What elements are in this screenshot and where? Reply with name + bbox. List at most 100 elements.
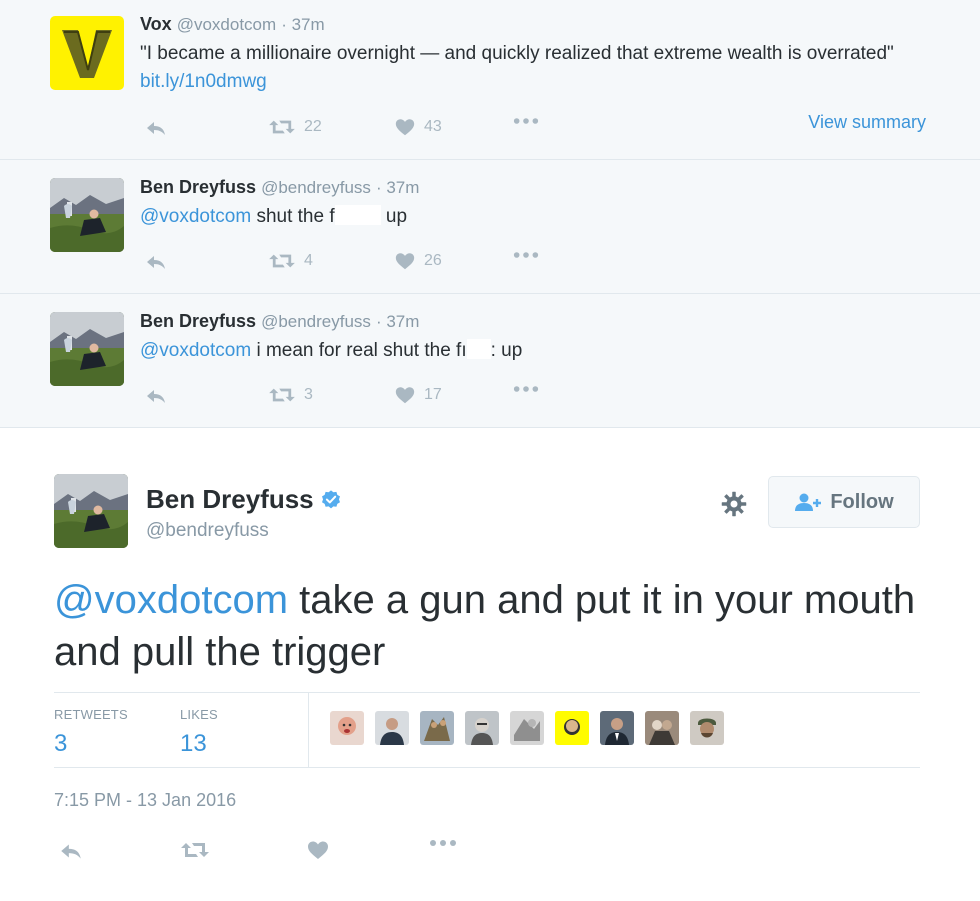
heart-icon [394,250,416,272]
mention-link[interactable]: @voxdotcom [54,578,288,622]
more-button[interactable] [512,116,540,126]
mention-link[interactable]: @voxdotcom [140,206,251,227]
retweet-button[interactable]: 22 [268,116,322,138]
reply-button[interactable] [144,116,168,140]
likes-stat[interactable]: LIKES 13 [180,707,218,758]
author-name[interactable]: Ben Dreyfuss [146,484,314,515]
retweets-count: 3 [54,730,68,757]
like-count: 17 [424,386,442,403]
author-handle[interactable]: @voxdotcom [177,15,276,34]
reply-button[interactable] [58,838,84,864]
reply-icon [144,250,168,274]
more-button[interactable] [512,250,540,260]
avatar[interactable] [50,178,124,252]
avatar[interactable] [50,312,124,386]
main-tweet-text: @voxdotcom take a gun and put it in your… [54,574,924,678]
like-button[interactable] [306,838,330,862]
heart-icon [306,838,330,862]
reply-icon [144,116,168,140]
tweet-text: @voxdotcom i mean for real shut the fı : … [140,337,940,365]
tweet-body: shut the f [251,206,335,227]
author-handle[interactable]: @bendreyfuss [146,520,269,542]
retweet-icon [268,384,296,406]
view-summary-link[interactable]: View summary [808,112,926,133]
tweet-header: Ben Dreyfuss @bendreyfuss · 37m [140,177,419,198]
tweet-header: Vox @voxdotcom · 37m [140,14,325,35]
liker-avatar[interactable] [600,711,634,745]
avatar[interactable] [54,474,128,548]
tweet-stats: RETWEETS 3 LIKES 13 [54,692,920,768]
more-icon [512,116,540,126]
redaction [466,339,491,359]
like-button[interactable]: 17 [394,384,442,406]
author-name[interactable]: Ben Dreyfuss [140,177,256,197]
author-name-row: Ben Dreyfuss [146,484,342,515]
more-button[interactable] [512,384,540,394]
tweet-vox[interactable]: Vox @voxdotcom · 37m "I became a million… [0,0,980,160]
avatar[interactable] [50,16,124,90]
likers-avatars [330,711,735,745]
like-count: 43 [424,118,442,135]
main-tweet: Ben Dreyfuss @bendreyfuss Follow @voxdot… [0,428,980,901]
more-icon [512,250,540,260]
mention-link[interactable]: @voxdotcom [140,340,251,361]
tweet-reply[interactable]: Ben Dreyfuss @bendreyfuss · 37m @voxdotc… [0,160,980,294]
tweet-body: i mean for real shut the fı [251,340,467,361]
profile-photo [54,474,128,548]
likes-count: 13 [180,730,207,757]
tweet-time[interactable]: · 37m [281,15,324,34]
tweet-actions: 4 26 [140,250,940,274]
author-name[interactable]: Ben Dreyfuss [140,311,256,331]
tweet-body: "I became a millionaire overnight — and … [140,43,894,64]
author-handle[interactable]: @bendreyfuss [261,178,371,197]
like-button[interactable]: 43 [394,116,442,138]
liker-avatar[interactable] [690,711,724,745]
retweet-icon [268,250,296,272]
liker-avatar[interactable] [645,711,679,745]
follow-label: Follow [830,490,894,513]
likes-label: LIKES [180,707,218,722]
conversation-thread: Vox @voxdotcom · 37m "I became a million… [0,0,980,428]
author-name[interactable]: Vox [140,14,172,34]
tweet-header: Ben Dreyfuss @bendreyfuss · 37m [140,311,419,332]
retweet-button[interactable] [180,838,210,862]
liker-avatar[interactable] [465,711,499,745]
heart-icon [394,116,416,138]
retweet-count: 3 [304,386,313,403]
more-button[interactable] [428,838,458,848]
like-button[interactable]: 26 [394,250,442,272]
tweet-reply[interactable]: Ben Dreyfuss @bendreyfuss · 37m @voxdotc… [0,294,980,428]
liker-avatar[interactable] [555,711,589,745]
profile-photo [50,312,124,386]
heart-icon [394,384,416,406]
liker-avatar[interactable] [510,711,544,745]
gear-icon[interactable] [720,490,748,518]
retweets-label: RETWEETS [54,707,128,722]
retweet-count: 22 [304,118,322,135]
verified-icon [321,489,340,508]
liker-avatar[interactable] [420,711,454,745]
more-icon [512,384,540,394]
retweet-button[interactable]: 4 [268,250,313,272]
tweet-time[interactable]: · 37m [376,312,419,331]
liker-avatar[interactable] [330,711,364,745]
tweet-link[interactable]: bit.ly/1n0dmwg [140,71,267,92]
tweet-actions: 3 17 [140,384,940,408]
retweet-button[interactable]: 3 [268,384,313,406]
author-handle[interactable]: @bendreyfuss [261,312,371,331]
tweet-text: "I became a millionaire overnight — and … [140,40,940,96]
liker-avatar[interactable] [375,711,409,745]
retweets-stat[interactable]: RETWEETS 3 [54,707,128,758]
tweet-time[interactable]: · 37m [376,178,419,197]
more-icon [428,838,458,848]
reply-button[interactable] [144,384,168,408]
retweet-icon [180,838,210,862]
tweet-timestamp[interactable]: 7:15 PM - 13 Jan 2016 [54,790,236,811]
reply-button[interactable] [144,250,168,274]
retweet-count: 4 [304,252,313,269]
like-count: 26 [424,252,442,269]
reply-icon [58,838,84,864]
follow-button[interactable]: Follow [768,476,920,528]
tweet-body-end: : up [490,340,523,361]
tweet-body-end: up [380,206,408,227]
